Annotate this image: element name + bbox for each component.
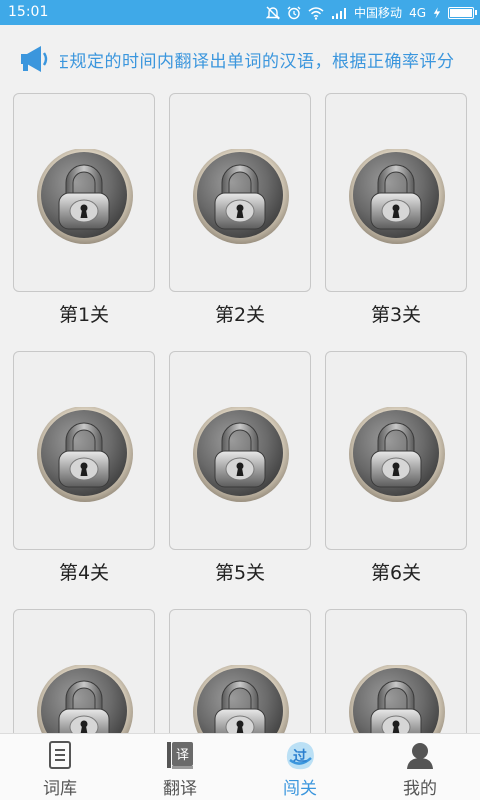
- user-icon: [407, 743, 433, 769]
- book-icon: [49, 741, 71, 769]
- charging-icon: [433, 6, 441, 19]
- level-card[interactable]: [169, 609, 311, 733]
- status-bar: 15:01 中国移动 4G: [0, 0, 480, 25]
- tab-label: 我的: [403, 779, 437, 799]
- svg-text:译: 译: [176, 748, 189, 763]
- level-label: 第1关: [58, 304, 110, 326]
- tab-label: 翻译: [163, 779, 197, 799]
- signal-icon: [332, 7, 347, 19]
- network-type: 4G: [409, 5, 426, 20]
- lock-icon: [192, 665, 290, 733]
- level-card[interactable]: [325, 351, 467, 550]
- status-time: 15:01: [8, 4, 49, 20]
- translate-icon: 译: [167, 742, 193, 769]
- lock-icon: [192, 149, 290, 245]
- bottom-nav: 词库 译 翻译 过 闯关 我的: [0, 733, 480, 800]
- marquee-text: 在规定的时间内翻译出单词的汉语，根据正确率评分: [60, 52, 455, 72]
- lock-icon: [348, 149, 446, 245]
- level-label: 第2关: [214, 304, 266, 326]
- lock-icon: [348, 665, 446, 733]
- lock-icon: [348, 407, 446, 503]
- wifi-icon: [308, 6, 324, 20]
- level-card[interactable]: [169, 93, 311, 292]
- alarm-off-icon: [266, 6, 281, 19]
- level-label: 第5关: [214, 562, 266, 584]
- svg-text:过: 过: [293, 748, 307, 765]
- tab-challenge[interactable]: 过 闯关: [240, 734, 360, 800]
- tab-label: 闯关: [283, 779, 317, 799]
- level-label: 第4关: [58, 562, 110, 584]
- battery-icon: [448, 6, 477, 19]
- level-label: 第6关: [370, 562, 422, 584]
- tab-vocabulary[interactable]: 词库: [0, 734, 120, 800]
- lock-icon: [36, 665, 134, 733]
- level-card[interactable]: [325, 93, 467, 292]
- lock-icon: [36, 407, 134, 503]
- lock-icon: [36, 149, 134, 245]
- alarm-clock-icon: [287, 6, 301, 19]
- marquee-window: 在规定的时间内翻译出单词的汉语，根据正确率评分: [60, 25, 463, 93]
- lock-icon: [192, 407, 290, 503]
- carrier-name: 中国移动: [354, 6, 403, 20]
- tab-profile[interactable]: 我的: [360, 734, 480, 800]
- megaphone-icon: [21, 46, 48, 72]
- level-card[interactable]: [13, 93, 155, 292]
- level-card[interactable]: [13, 351, 155, 550]
- level-label: 第3关: [370, 304, 422, 326]
- tab-label: 词库: [43, 779, 77, 799]
- level-card[interactable]: [325, 609, 467, 733]
- level-grid[interactable]: 第1关 第2关 第3关 第4关 第5关 第6关: [0, 93, 480, 733]
- status-icons: 中国移动 4G: [266, 3, 477, 22]
- instruction-marquee: 在规定的时间内翻译出单词的汉语，根据正确率评分: [0, 25, 480, 93]
- level-card[interactable]: [169, 351, 311, 550]
- level-card[interactable]: [13, 609, 155, 733]
- challenge-icon: 过: [286, 742, 314, 770]
- tab-translate[interactable]: 译 翻译: [120, 734, 240, 800]
